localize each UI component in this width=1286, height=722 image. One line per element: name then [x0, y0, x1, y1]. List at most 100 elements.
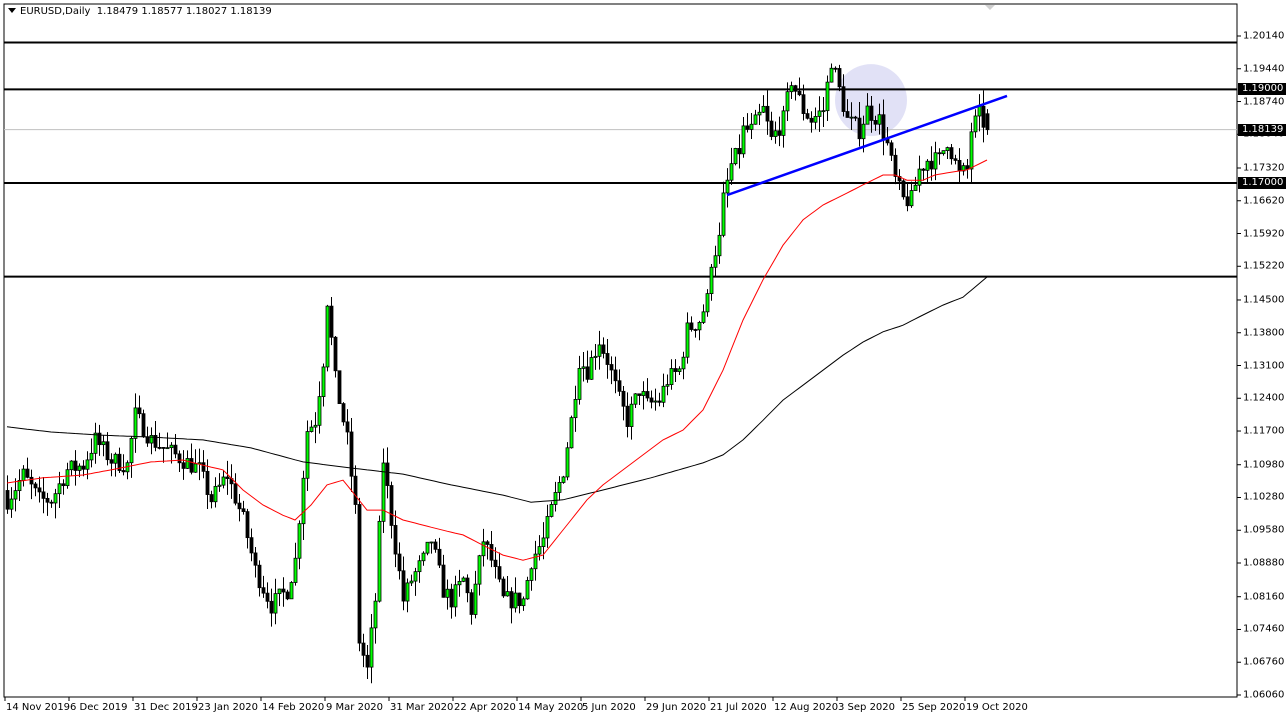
bearish-candle [349, 431, 354, 477]
bearish-candle [609, 364, 614, 371]
dropdown-triangle-icon[interactable] [8, 8, 16, 13]
bullish-candle [789, 85, 794, 93]
bullish-candle [561, 476, 566, 483]
bullish-candle [669, 368, 674, 386]
bullish-candle [725, 179, 730, 194]
bearish-candle [205, 470, 210, 495]
bullish-candle [593, 355, 598, 358]
bearish-candle [177, 453, 182, 464]
bearish-candle [137, 407, 142, 415]
bearish-candle [921, 168, 926, 171]
x-tick-label: 14 Nov 2019 [6, 702, 71, 713]
bullish-candle [277, 588, 282, 595]
bearish-candle [649, 397, 654, 403]
bearish-candle [61, 483, 66, 487]
x-tick-label: 29 Jun 2020 [646, 702, 707, 713]
bearish-candle [41, 491, 46, 499]
x-tick-label: 12 Aug 2020 [774, 702, 839, 713]
bearish-candle [237, 502, 242, 510]
bearish-candle [737, 148, 742, 155]
bearish-candle [601, 344, 606, 354]
bullish-candle [665, 384, 670, 387]
y-tick-label: 1.16620 [1243, 195, 1285, 207]
bullish-candle [569, 417, 574, 449]
bearish-candle [357, 504, 362, 644]
bullish-candle [549, 504, 554, 517]
bullish-candle [317, 396, 322, 426]
bullish-candle [93, 432, 98, 454]
level-price-label: 1.19000 [1238, 83, 1286, 96]
bearish-candle [49, 501, 54, 504]
y-tick-label: 1.08160 [1243, 591, 1285, 603]
y-tick-label: 1.14500 [1243, 294, 1285, 306]
x-tick-label: 31 Dec 2019 [134, 702, 198, 713]
bearish-candle [857, 117, 862, 140]
bearish-candle [37, 487, 42, 493]
x-tick-label: 5 Jun 2020 [582, 702, 636, 713]
bearish-candle [29, 476, 34, 485]
bullish-candle [453, 584, 458, 608]
bullish-candle [321, 366, 326, 397]
bullish-candle [505, 591, 510, 597]
y-tick-label: 1.15920 [1243, 228, 1285, 239]
bearish-candle [365, 654, 370, 668]
bullish-candle [681, 356, 686, 370]
bullish-candle [589, 357, 594, 380]
bearish-candle [845, 111, 850, 118]
bearish-candle [361, 642, 366, 656]
bullish-candle [513, 592, 518, 609]
bullish-candle [413, 571, 418, 582]
bearish-candle [937, 152, 942, 155]
bearish-candle [469, 592, 474, 615]
bullish-candle [821, 110, 826, 113]
level-price-label: 1.17000 [1238, 176, 1286, 189]
x-tick-label: 25 Sep 2020 [902, 702, 966, 713]
bullish-candle [461, 577, 466, 582]
bearish-candle [397, 553, 402, 572]
bullish-candle [877, 114, 882, 125]
bearish-candle [605, 353, 610, 365]
bearish-candle [109, 459, 114, 464]
bullish-candle [633, 393, 638, 405]
bearish-candle [585, 366, 590, 380]
bullish-candle [425, 541, 430, 554]
bearish-candle [957, 160, 962, 172]
bearish-candle [245, 511, 250, 539]
y-tick-label: 1.06760 [1243, 656, 1285, 668]
bearish-candle [5, 490, 10, 510]
bearish-candle [873, 120, 878, 125]
bearish-candle [673, 368, 678, 372]
bearish-candle [965, 165, 970, 170]
bearish-candle [853, 116, 858, 119]
bearish-candle [449, 588, 454, 608]
bullish-candle [17, 480, 22, 492]
x-tick-label: 31 Mar 2020 [390, 702, 454, 713]
bearish-candle [901, 180, 906, 198]
bearish-candle [869, 105, 874, 121]
bullish-candle [925, 160, 930, 171]
bearish-candle [625, 405, 630, 427]
bullish-candle [77, 465, 82, 471]
bearish-candle [613, 369, 618, 382]
bullish-candle [849, 116, 854, 119]
bearish-candle [181, 462, 186, 469]
bullish-candle [525, 580, 530, 600]
bearish-candle [433, 541, 438, 550]
bullish-candle [273, 593, 278, 614]
bullish-candle [577, 368, 582, 400]
x-tick-label: 21 Jul 2020 [710, 702, 767, 713]
x-tick-label: 14 May 2020 [518, 702, 584, 713]
bearish-candle [337, 370, 342, 405]
bullish-candle [213, 485, 218, 503]
price-chart[interactable] [0, 0, 1286, 722]
y-tick-label: 1.08880 [1243, 557, 1285, 569]
y-tick-label: 1.10980 [1243, 459, 1285, 471]
bearish-candle [797, 90, 802, 96]
bearish-candle [953, 158, 958, 161]
bearish-candle [393, 525, 398, 555]
bearish-candle [765, 105, 770, 122]
bullish-candle [165, 447, 170, 450]
chart-window[interactable]: EURUSD,Daily 1.18479 1.18577 1.18027 1.1… [0, 0, 1286, 722]
bullish-candle [701, 311, 706, 323]
bearish-candle [209, 494, 214, 503]
